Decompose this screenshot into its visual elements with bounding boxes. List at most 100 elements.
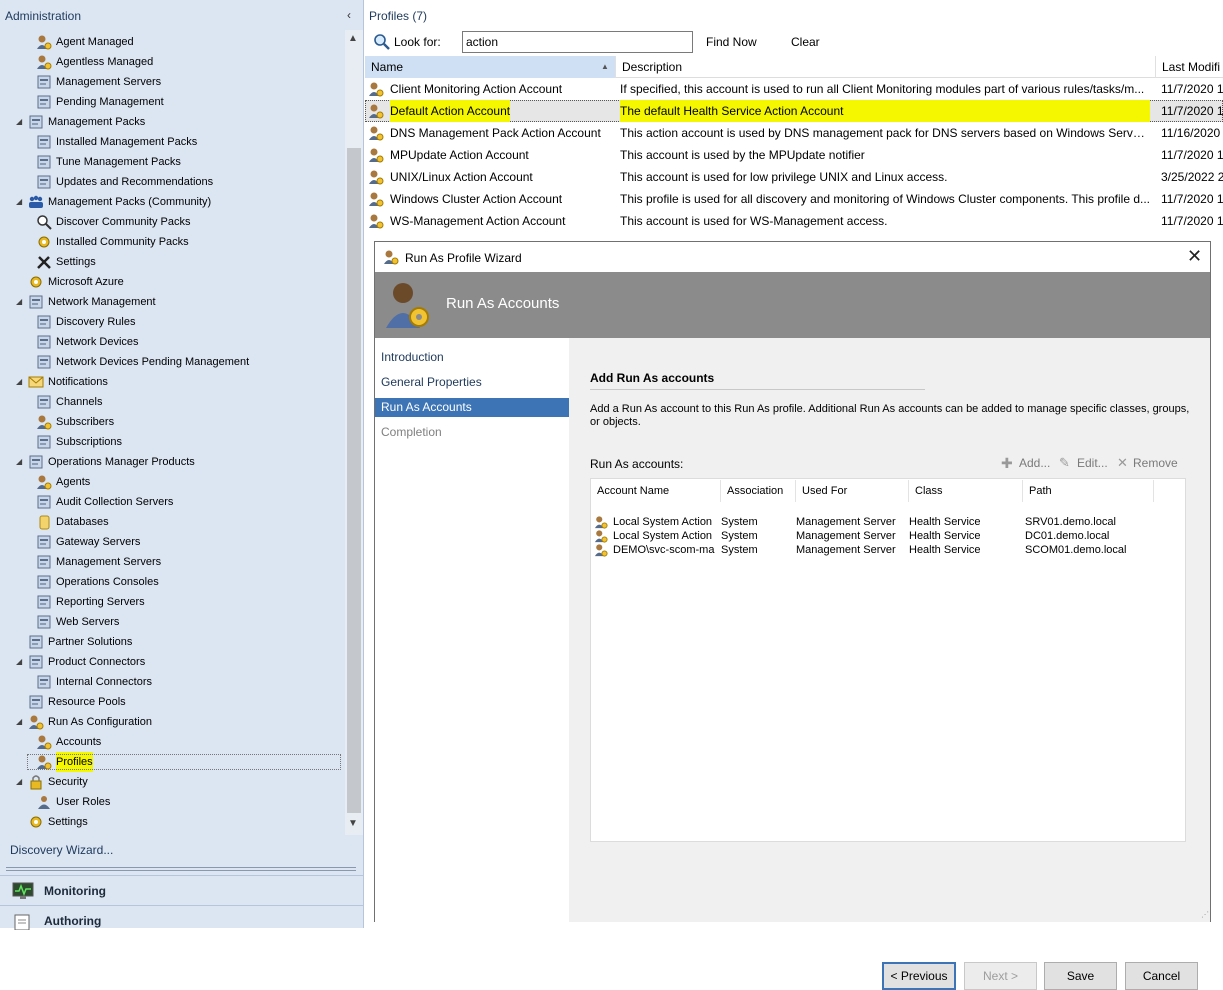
admin-tree: Agent Managed Agentless Managed Management… (0, 30, 345, 835)
tree-item[interactable]: Partner Solutions (0, 632, 345, 652)
save-button[interactable]: Save (1044, 962, 1117, 990)
tree-item[interactable]: Discovery Rules (0, 312, 345, 332)
tree-item[interactable]: Settings (0, 812, 345, 832)
runas-icon (28, 714, 44, 730)
profile-description: If specified, this account is used to ru… (620, 82, 1145, 96)
cancel-button[interactable]: Cancel (1125, 962, 1198, 990)
column-header-used-for[interactable]: Used For (796, 480, 909, 502)
expand-arrow-icon[interactable]: ◢ (16, 372, 26, 392)
tree-item-label: Network Devices Pending Management (56, 356, 250, 368)
table-row[interactable]: DNS Management Pack Action Account This a… (365, 122, 1223, 144)
account-used-for: Management Server (796, 544, 896, 556)
tree-item[interactable]: ◢ Management Packs (Community) (0, 192, 345, 212)
table-row[interactable]: UNIX/Linux Action Account This account is… (365, 166, 1223, 188)
account-row[interactable]: Local System Action System Management Serv… (591, 515, 1187, 529)
tree-item[interactable]: Operations Consoles (0, 572, 345, 592)
tree-item[interactable]: Network Devices (0, 332, 345, 352)
column-header-account-name[interactable]: Account Name (591, 480, 721, 502)
step-run-as-accounts[interactable]: Run As Accounts (375, 398, 569, 417)
tree-item[interactable]: Subscriptions (0, 432, 345, 452)
tree-item[interactable]: ◢ Run As Configuration (0, 712, 345, 732)
tree-item[interactable]: ◢ Network Management (0, 292, 345, 312)
tree-item[interactable]: Agents (0, 472, 345, 492)
tree-item[interactable]: Agentless Managed (0, 52, 345, 72)
sort-ascending-icon: ▲ (601, 62, 609, 71)
tree-item[interactable]: Databases (0, 512, 345, 532)
close-icon[interactable]: ✕ (1187, 246, 1202, 267)
search-input[interactable] (462, 31, 693, 53)
resize-grip-icon[interactable]: ⋰ (1201, 910, 1209, 919)
workspace-monitoring[interactable]: Monitoring (0, 875, 364, 905)
tree-item[interactable]: Accounts (0, 732, 345, 752)
expand-arrow-icon[interactable]: ◢ (16, 712, 26, 732)
pane-splitter[interactable] (6, 867, 356, 871)
column-header-class[interactable]: Class (909, 480, 1023, 502)
profile-last-modified: 11/7/2020 11 (1161, 148, 1223, 162)
table-row[interactable]: Windows Cluster Action Account This profi… (365, 188, 1223, 210)
column-header-path[interactable]: Path (1023, 480, 1154, 502)
account-row[interactable]: Local System Action System Management Serv… (591, 529, 1187, 543)
database-icon (36, 514, 52, 530)
account-row[interactable]: DEMO\svc-scom-ma System Management Server H… (591, 543, 1187, 557)
expand-arrow-icon[interactable]: ◢ (16, 652, 26, 672)
expand-arrow-icon[interactable]: ◢ (16, 192, 26, 212)
tree-item[interactable]: Updates and Recommendations (0, 172, 345, 192)
tree-item[interactable]: User Roles (0, 792, 345, 812)
column-header-last-modified[interactable]: Last Modifi (1156, 56, 1223, 78)
monitor-icon (12, 882, 34, 899)
tree-item[interactable]: ◢ Management Packs (0, 112, 345, 132)
tree-item[interactable]: Discover Community Packs (0, 212, 345, 232)
tree-item[interactable]: Installed Management Packs (0, 132, 345, 152)
next-button: Next > (964, 962, 1037, 990)
table-row[interactable]: Client Monitoring Action Account If speci… (365, 78, 1223, 100)
tree-item[interactable]: Audit Collection Servers (0, 492, 345, 512)
tree-item[interactable]: ◢ Notifications (0, 372, 345, 392)
agent-icon (36, 34, 52, 50)
tree-item[interactable]: Gateway Servers (0, 532, 345, 552)
expand-arrow-icon[interactable]: ◢ (16, 292, 26, 312)
account-name: Local System Action (613, 516, 713, 528)
column-header-association[interactable]: Association (721, 480, 796, 502)
step-introduction[interactable]: Introduction (375, 348, 569, 367)
scroll-thumb[interactable] (347, 148, 361, 813)
table-row[interactable]: Default Action Account The default Health… (365, 100, 1223, 122)
tree-item[interactable]: Microsoft Azure (0, 272, 345, 292)
expand-arrow-icon[interactable]: ◢ (16, 112, 26, 132)
collapse-icon[interactable]: ‹ (347, 8, 351, 22)
tree-item[interactable]: Internal Connectors (0, 672, 345, 692)
tree-item-label: Microsoft Azure (48, 276, 124, 288)
tree-item-label: Accounts (56, 736, 102, 748)
tree-item[interactable]: Agent Managed (0, 32, 345, 52)
expand-arrow-icon[interactable]: ◢ (16, 772, 26, 792)
tree-item[interactable]: ◢ Security (0, 772, 345, 792)
tree-item[interactable]: Subscribers (0, 412, 345, 432)
tree-item[interactable]: Tune Management Packs (0, 152, 345, 172)
tree-item[interactable]: Management Servers (0, 72, 345, 92)
tree-item[interactable]: Web Servers (0, 612, 345, 632)
previous-button[interactable]: < Previous (882, 962, 956, 990)
table-row[interactable]: WS-Management Action Account This account… (365, 210, 1223, 232)
discovery-wizard-link[interactable]: Discovery Wizard... (10, 843, 113, 857)
tree-item[interactable]: Channels (0, 392, 345, 412)
tree-item[interactable]: Settings (0, 252, 345, 272)
tree-item[interactable]: Pending Management (0, 92, 345, 112)
tree-item[interactable]: ◢ Operations Manager Products (0, 452, 345, 472)
workspace-authoring[interactable]: Authoring (0, 905, 364, 935)
tree-item[interactable]: Resource Pools (0, 692, 345, 712)
scroll-down-icon[interactable]: ▼ (348, 818, 358, 829)
clear-button[interactable]: Clear (791, 35, 820, 49)
tree-item[interactable]: Installed Community Packs (0, 232, 345, 252)
expand-arrow-icon[interactable]: ◢ (16, 452, 26, 472)
tree-item[interactable]: Management Servers (0, 552, 345, 572)
step-general-properties[interactable]: General Properties (375, 373, 569, 392)
find-now-button[interactable]: Find Now (706, 35, 757, 49)
tree-item[interactable]: Network Devices Pending Management (0, 352, 345, 372)
tree-item-label: Internal Connectors (56, 676, 152, 688)
column-header-description[interactable]: Description (616, 56, 1156, 78)
scroll-up-icon[interactable]: ▲ (348, 33, 358, 44)
tree-item[interactable]: ◢ Product Connectors (0, 652, 345, 672)
nav-scrollbar[interactable]: ▲ ▼ (345, 30, 363, 835)
tree-item[interactable]: Reporting Servers (0, 592, 345, 612)
column-header-name[interactable]: Name ▲ (365, 56, 616, 78)
table-row[interactable]: MPUpdate Action Account This account is u… (365, 144, 1223, 166)
